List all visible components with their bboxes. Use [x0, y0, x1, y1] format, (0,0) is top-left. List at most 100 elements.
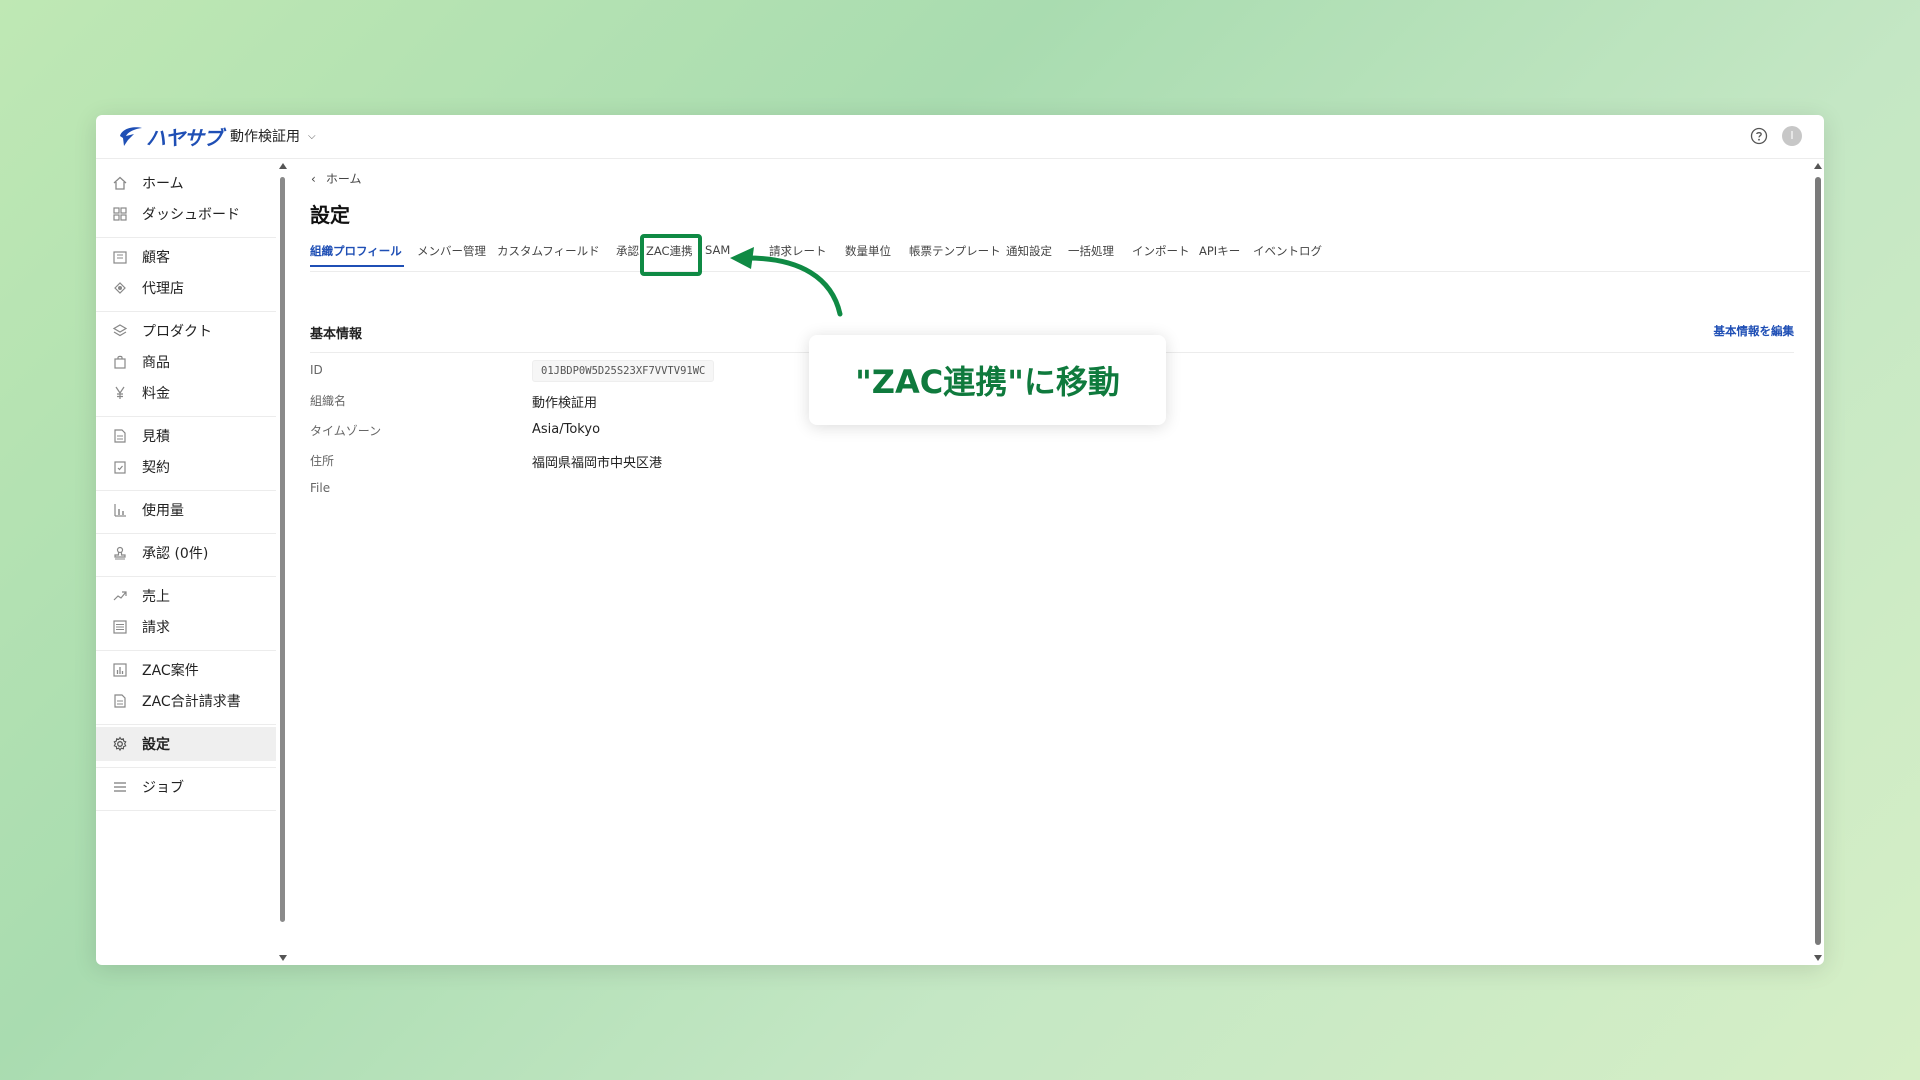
sidebar-divider — [96, 767, 276, 768]
scroll-down-arrow-icon[interactable] — [279, 955, 287, 961]
tab-members[interactable]: メンバー管理 — [417, 243, 486, 259]
stamp-icon — [112, 545, 128, 561]
timezone-value: Asia/Tokyo — [532, 422, 601, 437]
org-name-label: 組織名 — [310, 394, 347, 408]
scroll-up-arrow-icon[interactable] — [279, 163, 287, 169]
org-name-value: 動作検証用 — [532, 396, 598, 411]
falcon-logo-icon — [120, 127, 142, 146]
top-bar: ハヤサブ 動作検証用 ⌵ I — [96, 115, 1824, 159]
sidebar-item-label: 承認 (0件) — [142, 546, 209, 562]
sidebar-item-zac-projects[interactable]: ZAC案件 — [96, 653, 276, 687]
section-title: 基本情報 — [310, 327, 363, 342]
address-value: 福岡県福岡市中央区港 — [532, 456, 663, 471]
sidebar-item-label: 見積 — [142, 429, 170, 445]
sidebar-item-billing[interactable]: 請求 — [96, 610, 276, 644]
sidebar-divider — [96, 533, 276, 534]
sidebar-divider — [96, 237, 276, 238]
breadcrumb[interactable]: ‹ ホーム — [311, 170, 361, 187]
sidebar-item-sales[interactable]: 売上 — [96, 579, 276, 613]
home-icon — [112, 175, 128, 191]
tab-bulk-processing[interactable]: 一括処理 — [1068, 243, 1114, 259]
tab-import[interactable]: インポート — [1132, 243, 1190, 259]
sidebar-item-label: ダッシュボード — [142, 207, 240, 223]
settings-tabs: 組織プロフィール メンバー管理 カスタムフィールド 承認 ZAC連携 SAM 請… — [310, 239, 1810, 272]
sidebar-item-label: 顧客 — [142, 250, 170, 266]
sidebar-item-dashboard[interactable]: ダッシュボード — [96, 197, 276, 231]
sidebar-divider — [96, 724, 276, 725]
sidebar-item-contracts[interactable]: 契約 — [96, 450, 276, 484]
scroll-down-arrow-icon[interactable] — [1814, 955, 1822, 961]
sidebar-item-label: 請求 — [142, 620, 170, 636]
sidebar-item-usage[interactable]: 使用量 — [96, 493, 276, 527]
dashboard-icon — [112, 206, 128, 222]
sidebar-item-label: ホーム — [142, 176, 184, 192]
edit-basic-info-link[interactable]: 基本情報を編集 — [1714, 323, 1795, 339]
layers-icon — [112, 323, 128, 339]
sidebar-item-products[interactable]: プロダクト — [96, 314, 276, 348]
workspace-name: 動作検証用 — [230, 129, 300, 145]
sidebar-item-pricing[interactable]: 料金 — [96, 376, 276, 410]
workspace-selector[interactable]: 動作検証用 ⌵ — [230, 126, 316, 146]
main-scrollbar[interactable] — [1812, 159, 1824, 965]
customer-icon — [112, 249, 128, 265]
sidebar-scrollbar[interactable] — [279, 159, 287, 965]
yen-icon — [112, 385, 128, 401]
list-icon — [112, 619, 128, 635]
address-label: 住所 — [310, 454, 335, 468]
page-title: 設定 — [310, 203, 350, 227]
sidebar-divider — [96, 416, 276, 417]
list-lines-icon — [112, 779, 128, 795]
app-window: ハヤサブ 動作検証用 ⌵ I ホーム ダッシュボード 顧客 代理店 プロダクト … — [96, 115, 1824, 965]
sidebar-divider — [96, 650, 276, 651]
sidebar-item-label: ZAC合計請求書 — [142, 694, 241, 710]
sidebar-item-approvals[interactable]: 承認 (0件) — [96, 536, 276, 570]
bar-chart-icon — [112, 502, 128, 518]
help-icon[interactable] — [1750, 127, 1768, 145]
agency-icon — [112, 280, 128, 296]
sidebar-item-quotes[interactable]: 見積 — [96, 419, 276, 453]
tab-quantity-units[interactable]: 数量単位 — [845, 243, 891, 259]
tab-document-templates[interactable]: 帳票テンプレート — [909, 243, 1001, 259]
shopping-bag-icon — [112, 354, 128, 370]
user-avatar[interactable]: I — [1782, 126, 1802, 146]
main-scrollbar-thumb[interactable] — [1815, 177, 1821, 945]
breadcrumb-home[interactable]: ホーム — [326, 170, 362, 187]
tab-event-log[interactable]: イベントログ — [1253, 243, 1322, 259]
sidebar-scrollbar-thumb[interactable] — [280, 177, 285, 922]
chevron-left-icon: ‹ — [311, 171, 316, 186]
sidebar-divider — [96, 490, 276, 491]
sidebar-item-customers[interactable]: 顧客 — [96, 240, 276, 274]
sidebar-item-items[interactable]: 商品 — [96, 345, 276, 379]
sidebar-item-jobs[interactable]: ジョブ — [96, 770, 276, 804]
id-value: 01JBDP0W5D25S23XF7VVTV91WC — [532, 360, 715, 382]
id-label: ID — [310, 363, 323, 377]
scroll-up-arrow-icon[interactable] — [1814, 163, 1822, 169]
sidebar-item-label: 使用量 — [142, 503, 184, 519]
tab-org-profile[interactable]: 組織プロフィール — [310, 243, 402, 259]
sidebar: ホーム ダッシュボード 顧客 代理店 プロダクト 商品 料金 見積 契約 使用量… — [96, 159, 278, 965]
sidebar-item-home[interactable]: ホーム — [96, 166, 276, 200]
sidebar-item-settings[interactable]: 設定 — [96, 727, 276, 761]
sidebar-item-label: 代理店 — [142, 281, 184, 297]
logo-text: ハヤサブ — [146, 125, 223, 150]
sidebar-item-label: 料金 — [142, 386, 170, 402]
sidebar-divider — [96, 810, 276, 811]
tab-custom-fields[interactable]: カスタムフィールド — [497, 243, 600, 259]
sidebar-item-label: 商品 — [142, 355, 170, 371]
sidebar-item-agencies[interactable]: 代理店 — [96, 271, 276, 305]
sidebar-item-label: 契約 — [142, 460, 170, 476]
tab-api-keys[interactable]: APIキー — [1199, 243, 1240, 259]
active-tab-indicator — [310, 265, 404, 267]
trend-up-icon — [112, 588, 128, 604]
tutorial-callout: "ZAC連携"に移動 — [809, 335, 1166, 425]
sidebar-item-zac-invoices[interactable]: ZAC合計請求書 — [96, 684, 276, 718]
document-icon — [112, 693, 128, 709]
file-label: File — [310, 481, 331, 495]
tab-approvals[interactable]: 承認 — [616, 243, 639, 259]
chevron-down-icon: ⌵ — [308, 130, 316, 142]
app-logo[interactable]: ハヤサブ — [116, 123, 223, 150]
pointer-arrow-icon — [730, 247, 843, 317]
tab-notifications[interactable]: 通知設定 — [1006, 243, 1052, 259]
sidebar-item-label: ZAC案件 — [142, 663, 199, 679]
sidebar-item-label: 売上 — [142, 589, 170, 605]
